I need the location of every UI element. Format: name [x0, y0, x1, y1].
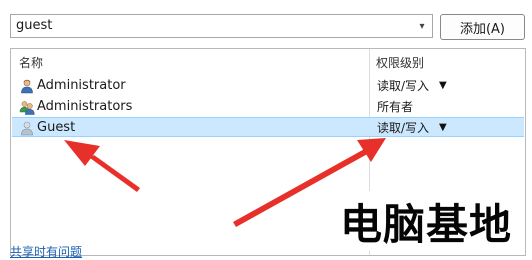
dropdown-arrow-icon[interactable]: ▼ — [439, 78, 447, 94]
user-combo-box[interactable]: guest ▾ — [10, 14, 433, 38]
sharing-help-link[interactable]: 共享时有问题 — [10, 243, 82, 260]
list-item[interactable]: Administrators 所有者 — [12, 97, 524, 117]
watermark: 电脑基地 — [328, 191, 524, 251]
permission-value[interactable]: 读取/写入 — [377, 78, 429, 94]
list-item-name: Administrators — [37, 99, 133, 114]
chevron-down-icon[interactable]: ▾ — [412, 15, 432, 37]
permission-value: 所有者 — [377, 100, 414, 114]
user-combo-value[interactable]: guest — [16, 15, 52, 37]
add-button[interactable]: 添加(A) — [440, 14, 525, 40]
list-item-name: Administrator — [37, 78, 126, 93]
list-item[interactable]: Administrator 读取/写入 ▼ — [12, 76, 524, 96]
dropdown-arrow-icon[interactable]: ▼ — [439, 120, 447, 136]
group-icon — [19, 99, 35, 115]
list-item-name: Guest — [37, 120, 76, 135]
column-header-name[interactable]: 名称 — [19, 54, 43, 71]
watermark-text: 电脑基地 — [339, 199, 512, 249]
user-icon — [19, 78, 35, 94]
guest-user-icon — [19, 120, 35, 136]
list-header: 名称 权限级别 — [11, 49, 525, 73]
column-header-permission[interactable]: 权限级别 — [376, 54, 424, 71]
list-item-selected[interactable]: Guest 读取/写入 ▼ — [12, 117, 524, 137]
permission-value[interactable]: 读取/写入 — [377, 120, 429, 136]
